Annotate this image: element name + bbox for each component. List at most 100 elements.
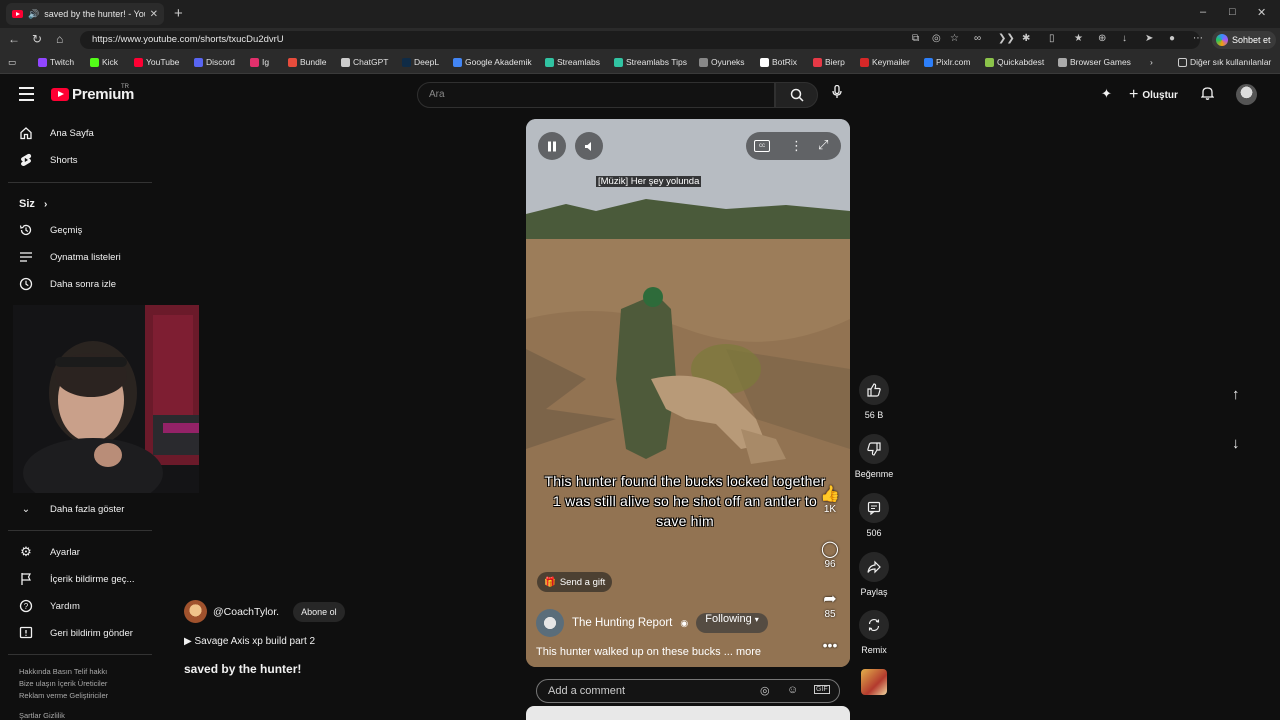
dislike-button[interactable]: Beğenme bbox=[852, 434, 896, 479]
speaker-icon[interactable]: 🔊 bbox=[28, 9, 39, 20]
extensions-puzzle-icon[interactable]: ✱ bbox=[1022, 33, 1030, 44]
copilot-chat-button[interactable]: Sohbet et bbox=[1212, 31, 1276, 49]
bookmark-chatgpt[interactable]: ChatGPT bbox=[341, 57, 388, 67]
sidebar-item-playlists[interactable]: Oynatma listeleri bbox=[19, 250, 121, 264]
remix-button[interactable]: Remix bbox=[852, 610, 896, 655]
oyuneks-icon bbox=[699, 57, 708, 67]
shorts-player[interactable]: cc ⋮ ⤢ [Müzik] Her şey yolunda This hunt… bbox=[526, 119, 850, 667]
minimize-button[interactable]: – bbox=[1200, 6, 1206, 18]
sidebar-you-heading[interactable]: Siz › bbox=[19, 198, 47, 210]
browser-tab[interactable]: 🔊 saved by the hunter! - YouTub ✕ bbox=[6, 3, 164, 25]
more-options-icon[interactable]: ⋮ bbox=[790, 138, 803, 154]
bookmark-botrix[interactable]: BotRix bbox=[760, 57, 797, 67]
inner-comment: ◯ 96 bbox=[818, 539, 842, 570]
sound-thumbnail[interactable] bbox=[861, 669, 887, 695]
menu-icon[interactable] bbox=[19, 87, 34, 105]
channel-avatar[interactable] bbox=[536, 609, 564, 637]
share-browser-icon[interactable]: ➤ bbox=[1145, 33, 1153, 44]
create-button[interactable]: + Oluştur bbox=[1129, 86, 1178, 104]
favorites-icon[interactable]: ★ bbox=[1074, 33, 1083, 44]
sidebar-item-settings[interactable]: ⚙ Ayarlar bbox=[19, 544, 80, 559]
mention-icon[interactable]: ◎ bbox=[760, 684, 770, 697]
video-description[interactable]: This hunter walked up on these bucks ...… bbox=[536, 646, 761, 658]
bookmark-pixlr[interactable]: Pixlr.com bbox=[924, 57, 970, 67]
next-short-arrow-icon[interactable]: ↓ bbox=[1232, 435, 1240, 452]
url-input[interactable]: https://www.youtube.com/shorts/txucDu2dv… bbox=[80, 31, 1200, 49]
bookmark-deepl[interactable]: DeepL bbox=[402, 57, 439, 67]
extension-icon[interactable]: ∞ bbox=[974, 33, 981, 44]
bookmark-kick[interactable]: Kick bbox=[90, 57, 118, 67]
following-button[interactable]: Following ▾ bbox=[696, 613, 768, 633]
create-label: Oluştur bbox=[1142, 89, 1178, 101]
sidebar-footer-links[interactable]: Hakkında Basın Telif hakkı Bize ulaşın İ… bbox=[19, 666, 154, 720]
sidebar-item-report-history[interactable]: İçerik bildirme geç... bbox=[19, 572, 134, 586]
uploader-name[interactable]: @CoachTylor. bbox=[213, 606, 279, 618]
fullscreen-icon[interactable]: ⤢ bbox=[818, 137, 828, 153]
volume-button[interactable] bbox=[575, 132, 603, 160]
tab-close-icon[interactable]: ✕ bbox=[150, 9, 158, 20]
sidebar-item-home[interactable]: Ana Sayfa bbox=[19, 126, 94, 140]
bell-icon[interactable] bbox=[1200, 86, 1215, 103]
bookmark-oyuneks[interactable]: Oyuneks bbox=[699, 57, 745, 67]
search-input[interactable]: Ara bbox=[417, 82, 775, 108]
new-tab-button[interactable]: + bbox=[174, 5, 183, 22]
bookmark-label: Google Akademik bbox=[465, 57, 532, 67]
install-app-icon[interactable]: ⧉ bbox=[912, 33, 919, 44]
sidebar-item-watch-later[interactable]: Daha sonra izle bbox=[19, 277, 116, 291]
bookmark-streamlabs[interactable]: Streamlabs bbox=[545, 57, 600, 67]
sidebar-item-shorts[interactable]: Shorts bbox=[19, 153, 77, 167]
bookmark-google-akademik[interactable]: Google Akademik bbox=[453, 57, 532, 67]
emoji-icon[interactable]: ☺ bbox=[787, 684, 798, 696]
microphone-icon[interactable] bbox=[832, 84, 842, 102]
bookmark-bierp[interactable]: Bierp bbox=[813, 57, 845, 67]
search-button[interactable] bbox=[775, 82, 818, 108]
tracking-icon[interactable]: ◎ bbox=[932, 33, 941, 44]
back-icon[interactable]: ← bbox=[8, 32, 20, 46]
pause-button[interactable] bbox=[538, 132, 566, 160]
channel-name[interactable]: The Hunting Report bbox=[572, 617, 672, 629]
maximize-button[interactable]: □ bbox=[1229, 6, 1236, 18]
bookmark-streamlabs-tips[interactable]: Streamlabs Tips bbox=[614, 57, 687, 67]
bookmark-twitch[interactable]: Twitch bbox=[38, 57, 74, 67]
favorite-star-icon[interactable]: ☆ bbox=[950, 33, 959, 44]
share-button[interactable]: Paylaş bbox=[852, 552, 896, 597]
extension-icon[interactable]: ❯❯ bbox=[998, 33, 1015, 44]
sidebar-item-feedback[interactable]: Geri bildirim gönder bbox=[19, 626, 133, 640]
uploader-avatar[interactable] bbox=[184, 600, 207, 623]
collections-icon[interactable]: ⊕ bbox=[1098, 33, 1106, 44]
bookmarks-toggle-icon[interactable]: ▭ bbox=[8, 57, 16, 68]
bookmark-quickabdest[interactable]: Quickabdest bbox=[985, 57, 1044, 67]
bookmark-youtube[interactable]: YouTube bbox=[134, 57, 179, 67]
send-gift-button[interactable]: 🎁 Send a gift bbox=[537, 572, 613, 592]
captions-icon[interactable]: cc bbox=[754, 140, 770, 152]
bookmark-label: Streamlabs Tips bbox=[626, 57, 687, 67]
bookmark-bundle[interactable]: Bundle bbox=[288, 57, 326, 67]
bookmarks-overflow-icon[interactable]: › bbox=[1150, 57, 1153, 67]
bookmark-discord[interactable]: Discord bbox=[194, 57, 235, 67]
playlist-link[interactable]: ▶ Savage Axis xp build part 2 bbox=[184, 636, 315, 647]
more-menu-icon[interactable]: ⋯ bbox=[1193, 33, 1203, 44]
like-button[interactable]: 56 B bbox=[852, 375, 896, 420]
chevron-down-icon: ⌄ bbox=[21, 503, 31, 515]
home-browser-icon[interactable]: ⌂ bbox=[56, 32, 63, 46]
previous-short-arrow-icon[interactable]: ↑ bbox=[1232, 386, 1240, 403]
download-icon[interactable]: ↓ bbox=[1122, 33, 1127, 44]
reload-icon[interactable]: ↻ bbox=[32, 32, 42, 46]
bookmark-other-folder[interactable]: Diğer sık kullanılanlar bbox=[1178, 57, 1271, 67]
sidebar-item-help[interactable]: ? Yardım bbox=[19, 599, 80, 613]
gemini-sparkle-icon[interactable]: ✦ bbox=[1101, 86, 1112, 102]
add-comment-input[interactable]: Add a comment ◎ ☺ GIF bbox=[536, 679, 840, 703]
profile-icon[interactable]: ● bbox=[1169, 33, 1175, 44]
sidebar-show-more[interactable]: ⌄ Daha fazla göster bbox=[19, 502, 125, 516]
bookmark-keymailer[interactable]: Keymailer bbox=[860, 57, 910, 67]
account-avatar[interactable] bbox=[1236, 84, 1257, 105]
comments-button[interactable]: 506 bbox=[852, 493, 896, 538]
subscribe-button[interactable]: Abone ol bbox=[293, 601, 345, 622]
split-screen-icon[interactable]: ▯ bbox=[1049, 33, 1055, 44]
more-link[interactable]: more bbox=[736, 646, 761, 658]
bookmark-ig[interactable]: Ig bbox=[250, 57, 269, 67]
close-window-button[interactable]: ✕ bbox=[1257, 6, 1266, 19]
bookmark-browser-games[interactable]: Browser Games bbox=[1058, 57, 1131, 67]
sidebar-item-history[interactable]: Geçmiş bbox=[19, 223, 82, 237]
gif-icon[interactable]: GIF bbox=[814, 685, 830, 694]
